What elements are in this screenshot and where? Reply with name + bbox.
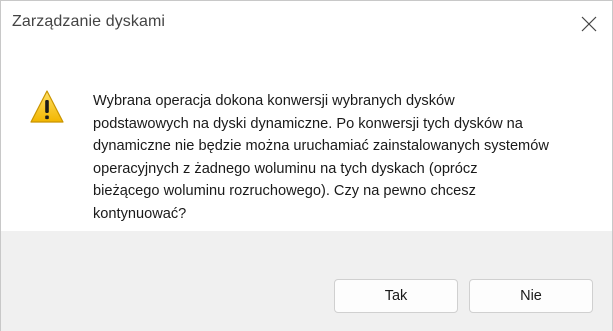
message-line: dynamiczne nie będzie można uruchamiać z…: [93, 138, 549, 155]
dialog-title: Zarządzanie dyskami: [12, 13, 166, 30]
message-line: podstawowych na dyski dynamiczne. Po kon…: [93, 115, 523, 132]
message-line: operacyjnych z żadnego woluminu na tych …: [93, 160, 478, 177]
dialog-content: Wybrana operacja dokona konwersji wybran…: [1, 47, 612, 231]
dialog-message: Wybrana operacja dokona konwersji wybran…: [93, 90, 603, 226]
close-button[interactable]: [566, 1, 612, 47]
message-line: Wybrana operacja dokona konwersji wybran…: [93, 93, 455, 109]
yes-button[interactable]: Tak: [334, 279, 458, 313]
message-line: kontynuować?: [93, 205, 187, 222]
no-button[interactable]: Nie: [469, 279, 593, 313]
button-bar: Tak Nie: [1, 231, 612, 331]
warning-icon: [30, 90, 64, 123]
confirmation-dialog: Zarządzanie dyskami Wybrana operacja dok…: [0, 0, 613, 331]
title-bar: Zarządzanie dyskami: [1, 1, 612, 47]
message-line: bieżącego woluminu rozruchowego). Czy na…: [93, 183, 476, 200]
close-icon: [581, 16, 597, 32]
